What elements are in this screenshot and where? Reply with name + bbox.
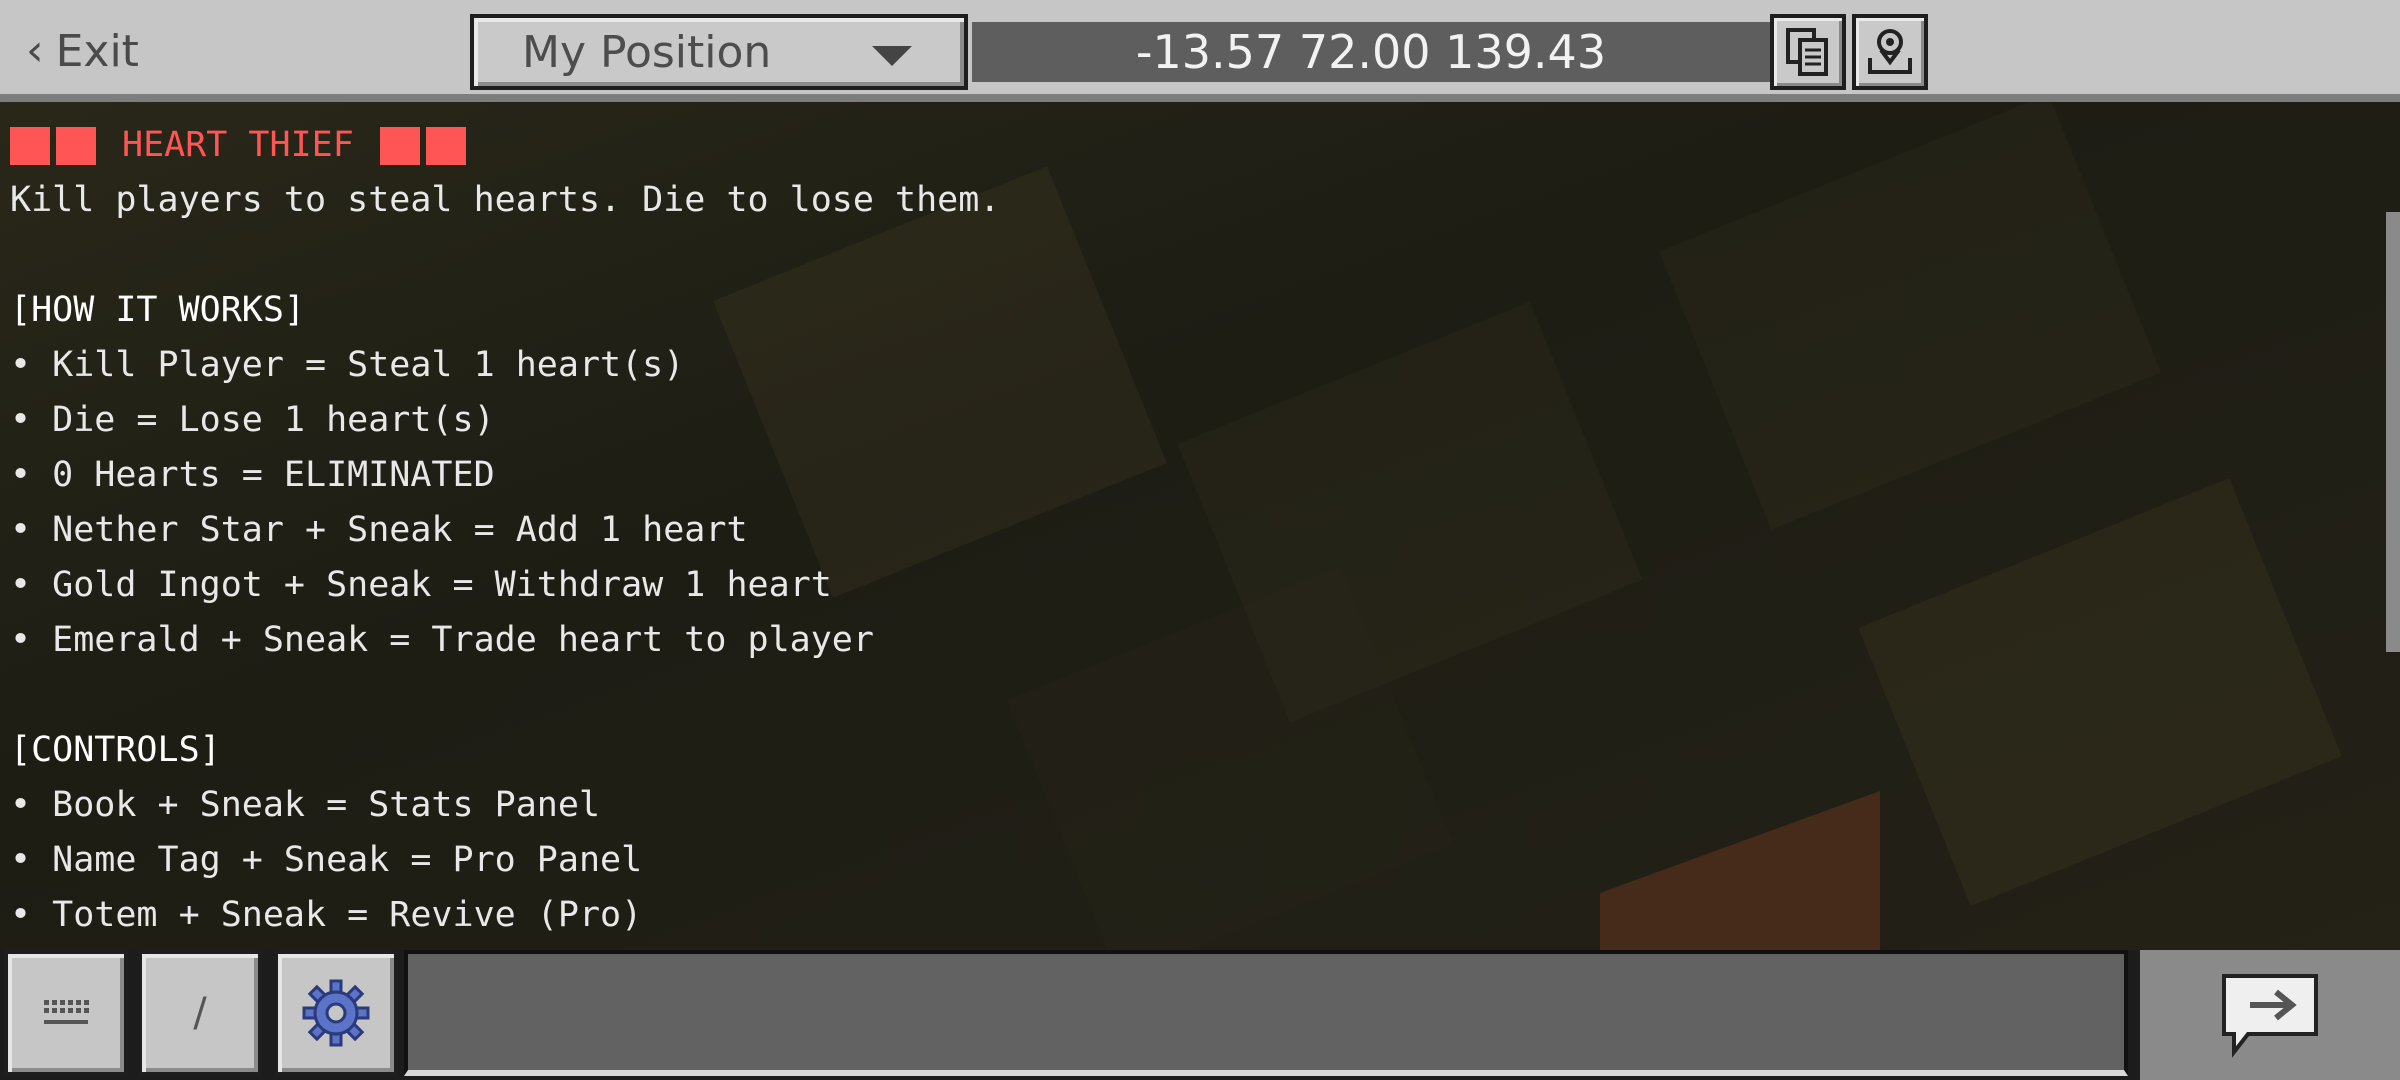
chat-line-controls-header: [CONTROLS]: [10, 730, 221, 770]
command-slash-button[interactable]: /: [138, 950, 262, 1076]
chat-line-blank: [10, 228, 1000, 283]
bottom-bar: /: [0, 950, 2400, 1080]
share-location-button[interactable]: [1852, 14, 1928, 90]
chat-line-rule: • Nether Star + Sneak = Add 1 heart: [10, 510, 748, 550]
slash-label: /: [193, 990, 207, 1036]
title-decoration-left: [10, 126, 96, 165]
chat-line-rule: • Kill Player = Steal 1 heart(s): [10, 345, 685, 385]
send-button[interactable]: [2136, 950, 2400, 1080]
background-block: [1600, 791, 1880, 950]
chevron-down-icon: [872, 46, 912, 66]
position-dropdown[interactable]: My Position: [470, 14, 968, 90]
chat-line-rule: • Gold Ingot + Sneak = Withdraw 1 heart: [10, 565, 832, 605]
chat-line-control: • Totem + Sneak = Revive (Pro): [10, 895, 643, 935]
red-square-icon: [379, 126, 420, 165]
chat-scrollbar[interactable]: [2386, 212, 2400, 652]
background-tile: [1858, 478, 2342, 906]
settings-button[interactable]: [274, 950, 398, 1076]
position-dropdown-value: My Position: [522, 26, 772, 78]
background-tile: [1659, 102, 2161, 530]
gear-icon: [302, 979, 370, 1047]
copy-coordinates-icon: [1786, 28, 1828, 76]
red-square-icon: [425, 126, 466, 165]
exit-label: Exit: [55, 25, 139, 77]
top-bar: ‹ Exit My Position -13.57 72.00 139.43: [0, 0, 2400, 102]
chat-log: HEART THIEF Kill players to steal hearts…: [0, 102, 2400, 950]
chat-line-control: • Name Tag + Sneak = Pro Panel: [10, 840, 643, 880]
chat-input[interactable]: [404, 950, 2128, 1076]
chat-title: HEART THIEF: [122, 125, 354, 165]
chat-line-title: HEART THIEF: [10, 118, 1000, 173]
chevron-left-icon: ‹: [26, 25, 44, 76]
share-location-icon: [1868, 29, 1912, 74]
send-message-icon: [2222, 974, 2318, 1058]
red-square-icon: [10, 126, 50, 165]
chat-messages: HEART THIEF Kill players to steal hearts…: [10, 118, 1000, 943]
chat-line-how-header: [HOW IT WORKS]: [10, 290, 306, 330]
chat-line-rule: • 0 Hearts = ELIMINATED: [10, 455, 495, 495]
exit-button[interactable]: ‹ Exit: [26, 18, 139, 84]
keyboard-icon: [44, 1000, 89, 1024]
chat-line-rule: • Die = Lose 1 heart(s): [10, 400, 495, 440]
chat-line-subtitle: Kill players to steal hearts. Die to los…: [10, 180, 1001, 220]
chat-line-rule: • Emerald + Sneak = Trade heart to playe…: [10, 620, 874, 660]
red-square-icon: [56, 126, 96, 165]
chat-line-blank: [10, 668, 1000, 723]
copy-coordinates-button[interactable]: [1770, 14, 1846, 90]
app-root: ‹ Exit My Position -13.57 72.00 139.43 H…: [0, 0, 2400, 1080]
keyboard-button[interactable]: [4, 950, 128, 1076]
chat-line-control: • Book + Sneak = Stats Panel: [10, 785, 601, 825]
title-decoration-right: [379, 126, 466, 165]
coordinates-display: -13.57 72.00 139.43: [972, 22, 1770, 82]
